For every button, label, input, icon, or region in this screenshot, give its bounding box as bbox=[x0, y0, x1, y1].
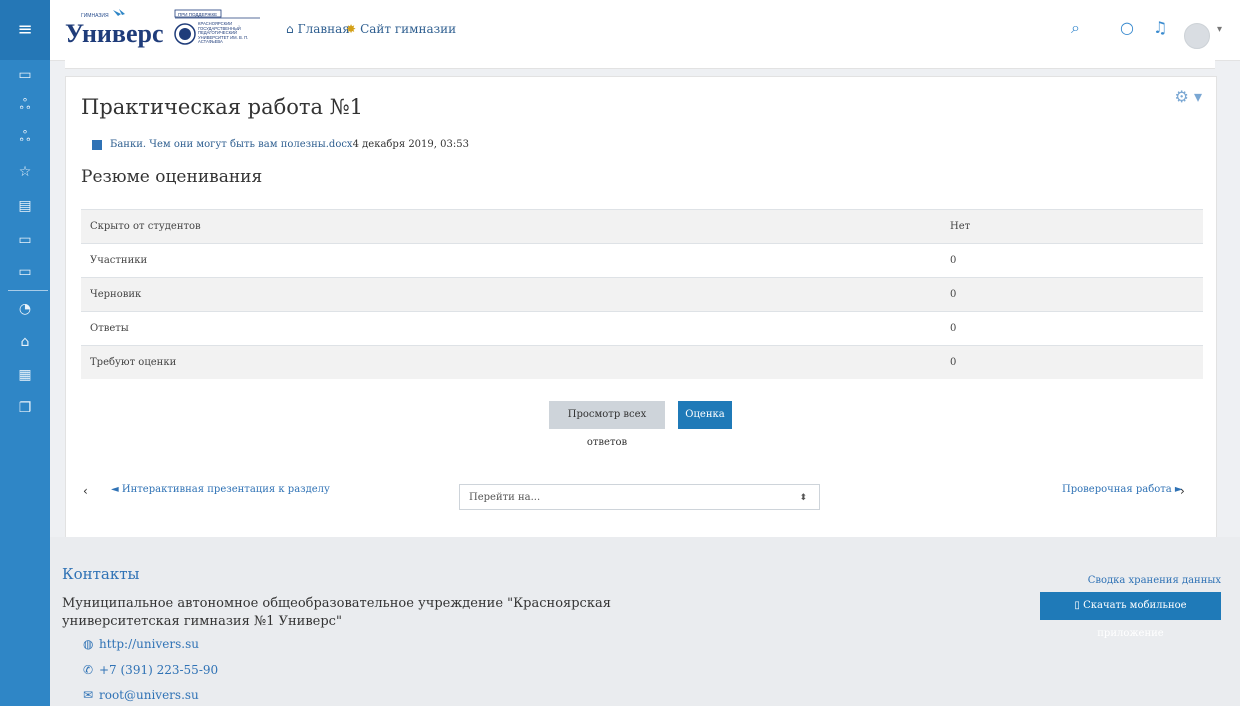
dashboard-icon[interactable]: ◔ bbox=[0, 294, 50, 324]
users-icon[interactable]: ஃ bbox=[0, 90, 50, 120]
header-stripe bbox=[65, 60, 1215, 69]
calendar-icon[interactable]: ▦ bbox=[0, 360, 50, 390]
section-title: Резюме оценивания bbox=[81, 167, 263, 187]
left-sidebar: ≡ ▭ ஃ ஃ ☆ ▤ ▭ ▭ ◔ ⌂ ▦ ❐ bbox=[0, 0, 50, 706]
gear-icon[interactable]: ⚙ ▾ bbox=[1175, 87, 1202, 106]
next-activity-link[interactable]: Проверочная работа ► bbox=[1062, 484, 1183, 495]
table-row: Требуют оценки 0 bbox=[81, 345, 1203, 379]
globe-icon: ◍ bbox=[83, 637, 94, 651]
book-icon[interactable]: ▤ bbox=[0, 191, 50, 221]
home-icon[interactable]: ⌂ bbox=[0, 327, 50, 357]
table-row: Ответы 0 bbox=[81, 311, 1203, 346]
footer-title: Контакты bbox=[62, 565, 140, 583]
star-burst-icon: ✸ bbox=[346, 22, 357, 36]
row-value: 0 bbox=[941, 243, 1203, 278]
table-row: Скрыто от студентов Нет bbox=[81, 209, 1203, 244]
attachment-line: Банки. Чем они могут быть вам полезны.do… bbox=[92, 139, 469, 150]
prev-activity-link[interactable]: ◄ Интерактивная презентация к разделу bbox=[111, 484, 330, 495]
page-title: Практическая работа №1 bbox=[81, 95, 363, 119]
jump-to-value: Перейти на... bbox=[469, 492, 541, 503]
table-row: Черновик 0 bbox=[81, 277, 1203, 312]
row-value: 0 bbox=[941, 311, 1203, 346]
docx-file-icon bbox=[92, 139, 102, 150]
row-label: Требуют оценки bbox=[81, 345, 941, 379]
search-icon[interactable]: ⌕ bbox=[1071, 18, 1080, 38]
row-label: Черновик bbox=[81, 277, 941, 312]
nav-home-link[interactable]: ⌂ Главная bbox=[286, 22, 350, 36]
download-app-button[interactable]: ▯ Скачать мобильное приложение bbox=[1040, 592, 1221, 639]
row-value: 0 bbox=[941, 277, 1203, 312]
row-label: Ответы bbox=[81, 311, 941, 346]
svg-text:ПРИ ПОДДЕРЖКЕ: ПРИ ПОДДЕРЖКЕ bbox=[178, 12, 217, 17]
table-row: Участники 0 bbox=[81, 243, 1203, 278]
row-label: Скрыто от студентов bbox=[81, 209, 941, 244]
row-value: 0 bbox=[941, 345, 1203, 379]
nav-site-link[interactable]: ✸ Сайт гимназии bbox=[346, 22, 456, 36]
row-value: Нет bbox=[941, 209, 1203, 244]
user-avatar[interactable] bbox=[1184, 23, 1210, 49]
mobile-icon: ▯ bbox=[1074, 600, 1084, 611]
phone-contact[interactable]: ✆ +7 (391) 223-55-90 bbox=[83, 663, 218, 677]
website-contact[interactable]: ◍ http://univers.su bbox=[83, 637, 199, 651]
top-header: ГИМНАЗИЯ Универс ПРИ ПОДДЕРЖКЕ КРАСНОЯРС… bbox=[50, 0, 1240, 61]
home-icon: ⌂ bbox=[286, 22, 294, 36]
files-icon[interactable]: ❐ bbox=[0, 393, 50, 423]
folder-icon[interactable]: ▭ bbox=[0, 60, 50, 90]
bell-icon[interactable]: ♫ bbox=[1153, 18, 1167, 37]
page-footer: Контакты Муниципальное автономное общеоб… bbox=[50, 537, 1240, 706]
caret-down-icon[interactable]: ▾ bbox=[1217, 24, 1222, 35]
next-arrow[interactable]: › bbox=[1180, 484, 1185, 498]
sidebar-divider bbox=[8, 290, 48, 291]
star-icon[interactable]: ☆ bbox=[0, 157, 50, 187]
jump-to-select[interactable]: Перейти на... ⬍ bbox=[459, 484, 820, 510]
select-chevron-icon: ⬍ bbox=[799, 493, 807, 503]
folder-icon[interactable]: ▭ bbox=[0, 257, 50, 287]
attachment-date: 4 декабря 2019, 03:53 bbox=[352, 139, 469, 150]
main-content: Практическая работа №1 ⚙ ▾ Банки. Чем он… bbox=[65, 76, 1217, 538]
email-contact[interactable]: ✉ root@univers.su bbox=[83, 688, 199, 702]
footer-org-name: Муниципальное автономное общеобразовател… bbox=[62, 596, 611, 629]
row-label: Участники bbox=[81, 243, 941, 278]
folder-icon[interactable]: ▭ bbox=[0, 225, 50, 255]
attachment-link[interactable]: Банки. Чем они могут быть вам полезны.do… bbox=[110, 139, 353, 150]
svg-text:Универс: Универс bbox=[65, 19, 164, 48]
view-all-submissions-button[interactable]: Просмотр всех ответов bbox=[549, 401, 665, 448]
chat-icon[interactable]: ○ bbox=[1120, 18, 1134, 37]
menu-icon[interactable]: ≡ bbox=[0, 0, 50, 60]
prev-arrow[interactable]: ‹ bbox=[83, 484, 88, 498]
data-retention-link[interactable]: Сводка хранения данных bbox=[1088, 575, 1221, 586]
grade-button[interactable]: Оценка bbox=[678, 401, 732, 429]
mail-icon: ✉ bbox=[83, 688, 94, 702]
phone-icon: ✆ bbox=[83, 663, 94, 677]
site-logo[interactable]: ГИМНАЗИЯ Универс ПРИ ПОДДЕРЖКЕ КРАСНОЯРС… bbox=[65, 8, 261, 52]
grading-summary-table: Скрыто от студентов Нет Участники 0 Черн… bbox=[81, 209, 1203, 379]
users-icon[interactable]: ஃ bbox=[0, 122, 50, 152]
